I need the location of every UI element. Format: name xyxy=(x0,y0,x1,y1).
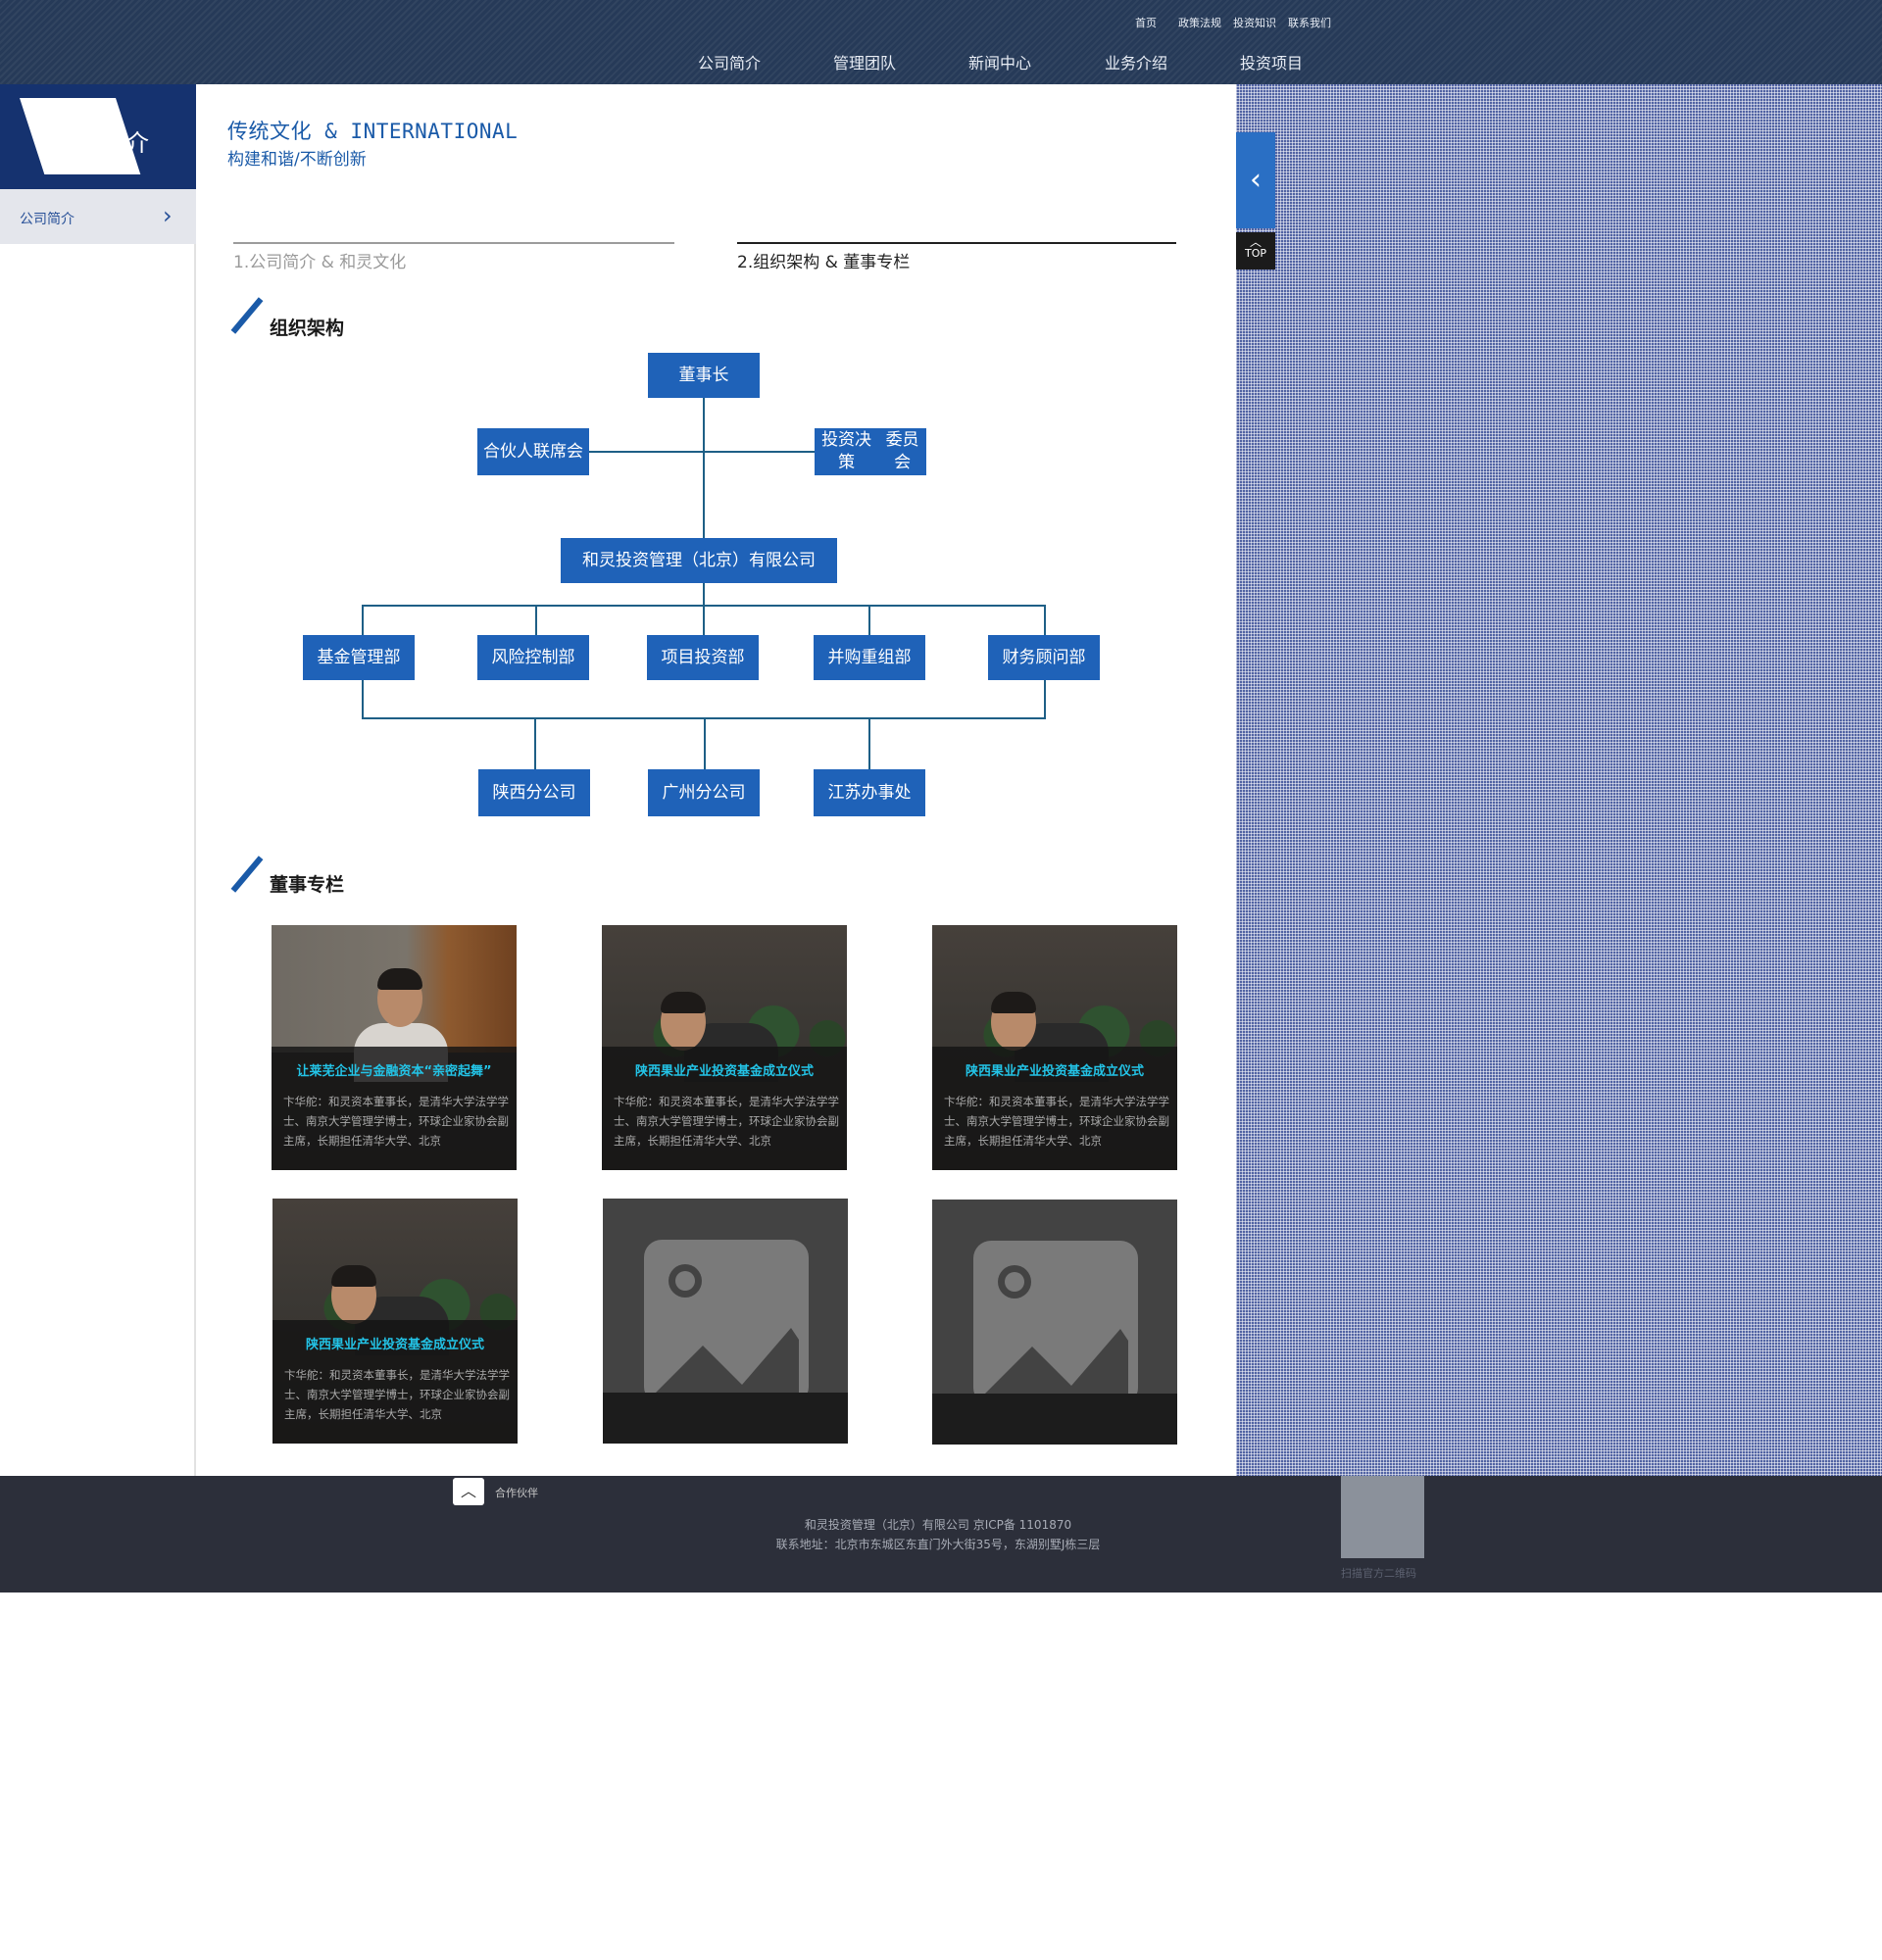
sidebar xyxy=(0,84,196,1476)
image-placeholder-icon xyxy=(973,1241,1138,1405)
org-node-line: 联席会 xyxy=(533,441,583,462)
org-node-line: 合伙人 xyxy=(483,441,533,462)
site-header: 首页 政策法规 投资知识 联系我们 公司简介 管理团队 新闻中心 业务介绍 投资… xyxy=(0,0,1882,84)
card-title: 陕西果业产业投资基金成立仪式 xyxy=(305,1338,484,1352)
org-connector xyxy=(868,717,870,770)
section-title-directors: 董事专栏 xyxy=(270,874,345,896)
card-description: 卞华舵：和灵资本董事长，是清华大学法学学士、南京大学管理学博士，环球企业家协会副… xyxy=(614,1095,839,1148)
card-caption-bar xyxy=(603,1393,848,1444)
org-node-line: 广州 xyxy=(662,782,696,803)
org-node-finance-dept: 财务顾问部 xyxy=(988,635,1100,680)
org-node-partner-council: 合伙人 联席会 xyxy=(477,428,589,475)
card-title: 陕西果业产业投资基金成立仪式 xyxy=(634,1064,814,1079)
director-card[interactable]: 陕西果业产业投资基金成立仪式 卞华舵：和灵资本董事长，是清华大学法学学士、南京大… xyxy=(602,925,847,1170)
org-node-line: 办事处 xyxy=(861,782,912,803)
org-connector xyxy=(703,605,705,636)
back-to-top-button[interactable]: ︿ TOP xyxy=(1236,232,1275,270)
sidebar-title: 公司简介 xyxy=(55,129,149,157)
top-link-home[interactable]: 首页 xyxy=(1135,15,1157,30)
chevron-up-icon: ︿ xyxy=(1249,235,1262,249)
site-footer xyxy=(0,1476,1882,1592)
tab-about-underline xyxy=(233,242,674,244)
org-node-risk-dept: 风险控制部 xyxy=(477,635,589,680)
org-node-line: 陕西 xyxy=(492,782,526,803)
back-to-top-label: TOP xyxy=(1244,247,1266,260)
card-title: 让莱芜企业与金融资本“亲密起舞” xyxy=(296,1064,492,1079)
nav-item-news[interactable]: 新闻中心 xyxy=(968,50,1031,74)
org-node-fund-dept: 基金管理部 xyxy=(303,635,415,680)
page-subtitle: 构建和谐/不断创新 xyxy=(227,150,367,170)
top-link-contact[interactable]: 联系我们 xyxy=(1288,15,1331,30)
footer-address-line: 联系地址：北京市东城区东直门外大街35号，东湖别墅J栋三层 xyxy=(775,1538,1101,1551)
card-caption-bar xyxy=(932,1394,1177,1445)
org-node-line: 分公司 xyxy=(525,782,576,803)
org-connector xyxy=(588,451,816,453)
section-marker-icon xyxy=(230,856,264,893)
chevron-right-icon: › xyxy=(163,202,173,229)
sidebar-item-about[interactable]: 公司简介 › xyxy=(0,189,196,244)
org-connector xyxy=(535,605,537,636)
org-node-branch-guangzhou: 广州 分公司 xyxy=(648,769,760,816)
org-node-line: 江苏 xyxy=(827,782,862,803)
side-back-button[interactable]: ‹ xyxy=(1236,132,1275,228)
tab-org-underline xyxy=(737,242,1176,244)
org-connector xyxy=(704,717,706,770)
org-node-line: 分公司 xyxy=(695,782,746,803)
qr-code-image xyxy=(1341,1476,1424,1558)
org-node-line: 投资决策 xyxy=(821,430,872,472)
top-link-policy[interactable]: 政策法规 xyxy=(1178,15,1221,30)
org-node-chairman: 董事长 xyxy=(648,353,760,398)
nav-item-team[interactable]: 管理团队 xyxy=(833,50,896,74)
org-node-branch-shaanxi: 陕西 分公司 xyxy=(478,769,590,816)
org-node-project-dept: 项目投资部 xyxy=(647,635,759,680)
top-link-knowledge[interactable]: 投资知识 xyxy=(1233,15,1276,30)
qr-code-label: 扫描官方二维码 xyxy=(1341,1567,1416,1580)
org-node-company: 和灵投资管理（北京）有限公司 xyxy=(561,538,837,583)
section-marker-icon xyxy=(230,297,264,334)
nav-item-projects[interactable]: 投资项目 xyxy=(1240,50,1303,74)
card-description: 卞华舵：和灵资本董事长，是清华大学法学学士、南京大学管理学博士，环球企业家协会副… xyxy=(284,1368,510,1421)
org-node-mna-dept: 并购重组部 xyxy=(814,635,925,680)
tab-about-culture[interactable]: 1.公司简介 & 和灵文化 xyxy=(233,248,406,272)
org-node-office-jiangsu: 江苏 办事处 xyxy=(814,769,925,816)
nav-item-about[interactable]: 公司简介 xyxy=(698,50,761,74)
image-placeholder-icon xyxy=(644,1240,809,1404)
org-node-line: 委员会 xyxy=(885,430,919,472)
chevron-up-icon: ︿ xyxy=(460,1482,476,1500)
card-title: 陕西果业产业投资基金成立仪式 xyxy=(965,1064,1144,1079)
org-node-investment-committee: 投资决策 委员会 xyxy=(815,428,926,475)
org-connector xyxy=(703,582,705,606)
card-description: 卞华舵：和灵资本董事长，是清华大学法学学士、南京大学管理学博士，环球企业家协会副… xyxy=(944,1095,1169,1148)
org-connector xyxy=(703,397,705,538)
card-description: 卞华舵：和灵资本董事长，是清华大学法学学士、南京大学管理学博士，环球企业家协会副… xyxy=(283,1095,509,1148)
director-card[interactable]: 让莱芜企业与金融资本“亲密起舞” 卞华舵：和灵资本董事长，是清华大学法学学士、南… xyxy=(272,925,517,1170)
section-title-org: 组织架构 xyxy=(270,318,345,339)
footer-company-line: 和灵投资管理（北京）有限公司 京ICP备 1101870 xyxy=(804,1518,1072,1532)
image-placeholder-card[interactable] xyxy=(932,1200,1177,1445)
tab-org-directors[interactable]: 2.组织架构 & 董事专栏 xyxy=(737,248,910,272)
director-card[interactable]: 陕西果业产业投资基金成立仪式 卞华舵：和灵资本董事长，是清华大学法学学士、南京大… xyxy=(932,925,1177,1170)
director-card[interactable]: 陕西果业产业投资基金成立仪式 卞华舵：和灵资本董事长，是清华大学法学学士、南京大… xyxy=(272,1199,518,1444)
org-connector xyxy=(534,717,536,770)
org-connector xyxy=(868,605,870,636)
decorative-pattern-panel xyxy=(1236,84,1882,1476)
partners-label[interactable]: 合作伙伴 xyxy=(495,1485,538,1500)
sidebar-item-label: 公司简介 xyxy=(20,212,74,227)
chevron-left-icon: ‹ xyxy=(1250,163,1262,197)
page-title: 传统文化 & INTERNATIONAL xyxy=(227,120,519,143)
sidebar-header: 公司简介 xyxy=(0,84,196,189)
nav-item-business[interactable]: 业务介绍 xyxy=(1105,50,1167,74)
partners-toggle-button[interactable]: ︿ xyxy=(453,1478,484,1505)
image-placeholder-card[interactable] xyxy=(603,1199,848,1444)
